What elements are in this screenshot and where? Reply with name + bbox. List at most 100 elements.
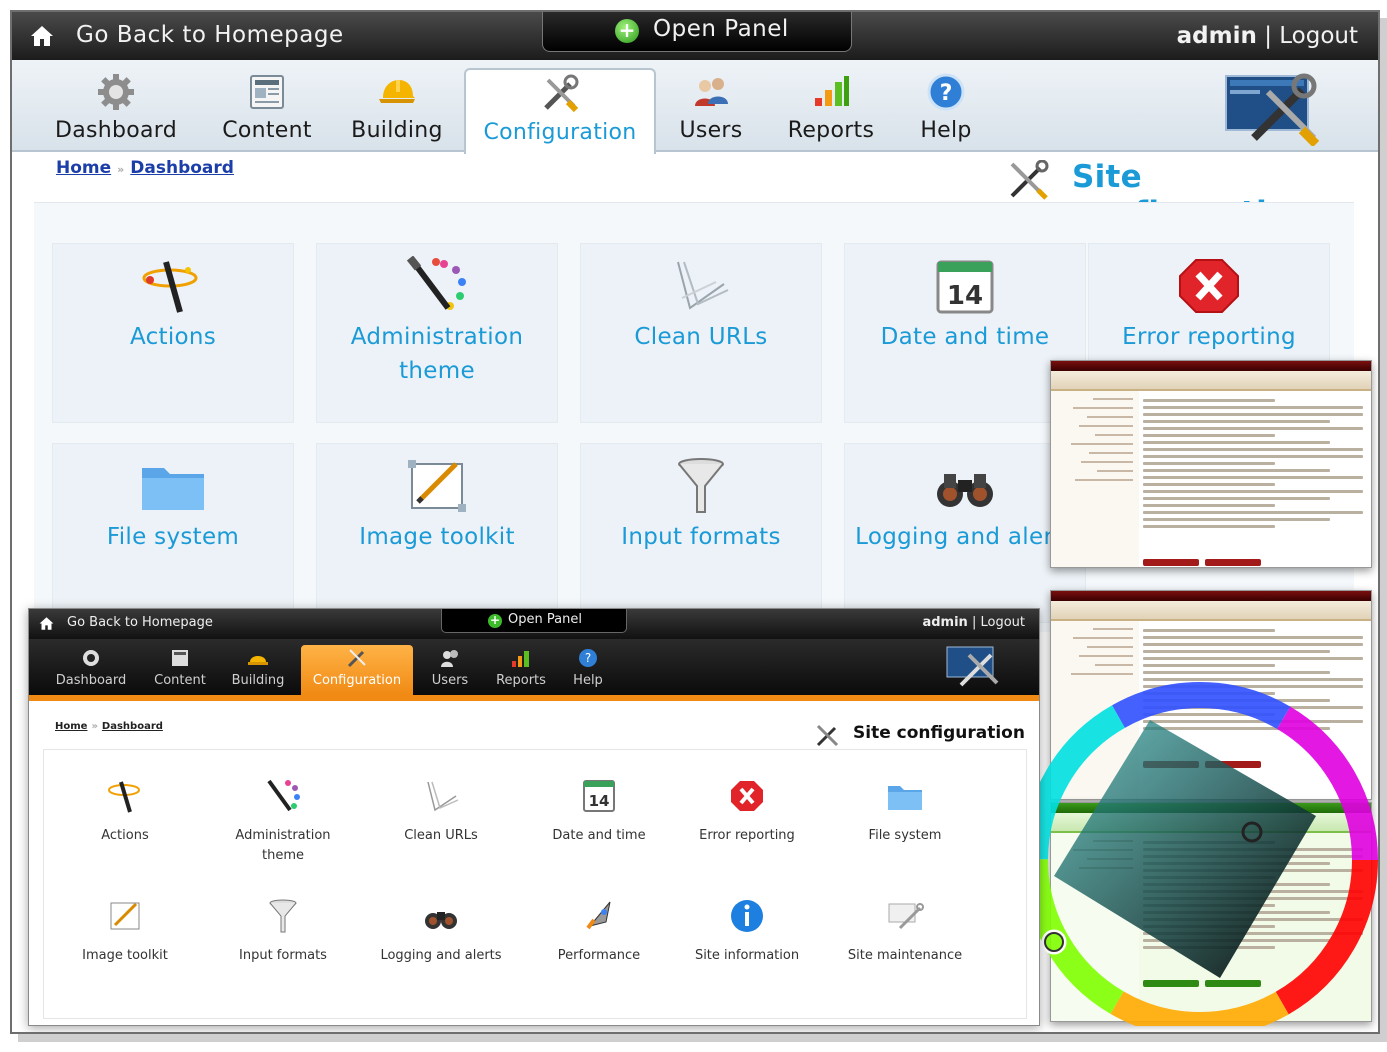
overlay-tile-label: Site information — [694, 948, 800, 963]
tile-clean-urls[interactable]: Clean URLs — [580, 243, 822, 423]
maintenance-icon — [888, 903, 924, 930]
overlay-nav-label: Configuration — [312, 673, 402, 688]
go-back-homepage-link[interactable]: Go Back to Homepage — [76, 22, 344, 48]
home-icon[interactable] — [30, 24, 54, 48]
svg-text:?: ? — [585, 651, 591, 665]
gear-icon — [83, 650, 99, 666]
overlay-nav-content: Content — [147, 639, 213, 695]
funnel-icon — [678, 458, 724, 513]
clean-urls-icon — [427, 781, 459, 812]
overlay-top-bar: Go Back to Homepage + Open Panel admin | … — [29, 609, 1039, 639]
tile-input-formats-label: Input formats — [621, 524, 781, 550]
nav-dashboard[interactable]: Dashboard — [48, 60, 184, 152]
preview-thumbnail-1 — [1050, 360, 1372, 568]
rocket-icon — [586, 901, 611, 930]
overlay-nav-users: Users — [421, 639, 479, 695]
overlay-tile-input-formats: Input formats — [208, 890, 358, 1000]
nav-building-label: Building — [351, 118, 443, 143]
logout-link[interactable]: Logout — [1279, 23, 1358, 49]
tile-administration-theme[interactable]: Administration theme — [316, 243, 558, 423]
user-separator: | — [1264, 23, 1272, 49]
breadcrumb-home-link[interactable]: Home — [56, 158, 111, 178]
overlay-open-panel-label: Open Panel — [508, 612, 582, 627]
nav-users[interactable]: Users — [666, 60, 756, 152]
overlay-tile-site-information: Site information — [672, 890, 822, 1000]
overlay-nav-configuration: Configuration — [301, 645, 413, 695]
overlay-calendar-day: 14 — [589, 792, 610, 810]
top-bar: Go Back to Homepage + Open Panel admin |… — [12, 12, 1378, 60]
overlay-tile-site-maintenance: Site maintenance — [830, 890, 980, 1000]
nav-help-label: Help — [920, 118, 972, 143]
overlay-tile-performance: Performance — [524, 890, 674, 1000]
overlay-page-title: Site configuration — [853, 723, 1025, 743]
binoculars-icon — [425, 912, 457, 929]
overlay-username: admin — [922, 615, 968, 630]
overlay-tile-date-and-time: 14 Date and time — [524, 770, 674, 880]
tools-icon — [1010, 160, 1049, 200]
tile-clean-urls-label: Clean URLs — [634, 324, 768, 350]
breadcrumb-dashboard-link[interactable]: Dashboard — [130, 158, 234, 178]
open-panel-label: Open Panel — [653, 16, 789, 42]
tools-icon — [816, 724, 839, 747]
open-panel-button[interactable]: + Open Panel — [542, 12, 852, 52]
users-icon — [441, 650, 458, 667]
overlay-tile-label: Clean URLs — [404, 828, 478, 843]
nav-configuration[interactable]: Configuration — [464, 68, 656, 154]
overlay-tile-administration-theme: Administration theme — [208, 770, 358, 880]
tools-logo-icon — [946, 646, 999, 687]
tile-actions[interactable]: Actions — [52, 243, 294, 423]
overlay-breadcrumb-home: Home — [55, 721, 88, 732]
tile-input-formats[interactable]: Input formats — [580, 443, 822, 623]
nav-users-label: Users — [679, 118, 743, 143]
overlay-nav-label: Users — [431, 673, 469, 688]
nav-content[interactable]: Content — [208, 60, 326, 152]
overlay-nav: Dashboard Content Building Configuration… — [29, 639, 1039, 701]
overlay-user-separator: | — [971, 615, 977, 630]
overlay-tile-label: Input formats — [239, 948, 327, 963]
app-window: Go Back to Homepage + Open Panel admin |… — [10, 10, 1380, 1034]
tile-file-system[interactable]: File system — [52, 443, 294, 623]
clean-urls-icon — [677, 261, 729, 310]
tile-image-toolkit-label: Image toolkit — [359, 524, 515, 550]
overlay-nav-dashboard: Dashboard — [47, 639, 135, 695]
user-area: admin | Logout — [1177, 23, 1358, 49]
overlay-breadcrumb: Home» Dashboard — [55, 721, 163, 732]
actions-wand-icon — [108, 781, 140, 813]
breadcrumb: Home » Dashboard — [56, 158, 234, 178]
overlay-tile-actions: Actions — [50, 770, 200, 880]
svg-text:?: ? — [940, 81, 953, 106]
overlay-tile-file-system: File system — [830, 770, 980, 880]
folder-icon — [888, 786, 922, 810]
calendar-day: 14 — [947, 281, 983, 311]
hardhat-icon — [379, 80, 415, 103]
nav-reports-label: Reports — [787, 118, 875, 143]
tile-date-and-time-label: Date and time — [880, 324, 1050, 350]
funnel-icon — [269, 899, 297, 933]
info-icon — [731, 900, 763, 932]
tile-image-toolkit[interactable]: Image toolkit — [316, 443, 558, 623]
overlay-tile-label: Actions — [101, 828, 149, 843]
overlay-nav-label: Help — [573, 673, 603, 688]
overlay-tile-label: Date and time — [552, 828, 646, 843]
tile-file-system-label: File system — [106, 524, 240, 550]
overlay-tile-label: Logging and alerts — [380, 948, 502, 963]
plus-icon: + — [488, 613, 502, 628]
tools-icon — [347, 649, 366, 668]
tile-actions-label: Actions — [129, 324, 217, 350]
tile-logging-and-alerts-label: Logging and alerts — [855, 524, 1075, 550]
tile-error-reporting-label: Error reporting — [1122, 324, 1296, 350]
nav-help[interactable]: ? Help — [906, 60, 986, 152]
gear-icon — [98, 74, 134, 110]
bar-chart-icon — [815, 76, 849, 106]
brush-palette-icon — [267, 779, 300, 812]
calendar-icon: 14 — [936, 260, 994, 314]
tile-administration-theme-label: Administration theme — [350, 324, 524, 384]
color-wheel-icon — [1022, 682, 1378, 1026]
brush-palette-icon — [406, 256, 466, 310]
overlay-nav-label: Building — [231, 673, 285, 688]
nav-reports[interactable]: Reports — [776, 60, 886, 152]
home-icon — [39, 617, 54, 630]
plus-icon: + — [615, 19, 639, 43]
nav-building[interactable]: Building — [342, 60, 452, 152]
overlay-nav-label: Reports — [496, 673, 546, 688]
